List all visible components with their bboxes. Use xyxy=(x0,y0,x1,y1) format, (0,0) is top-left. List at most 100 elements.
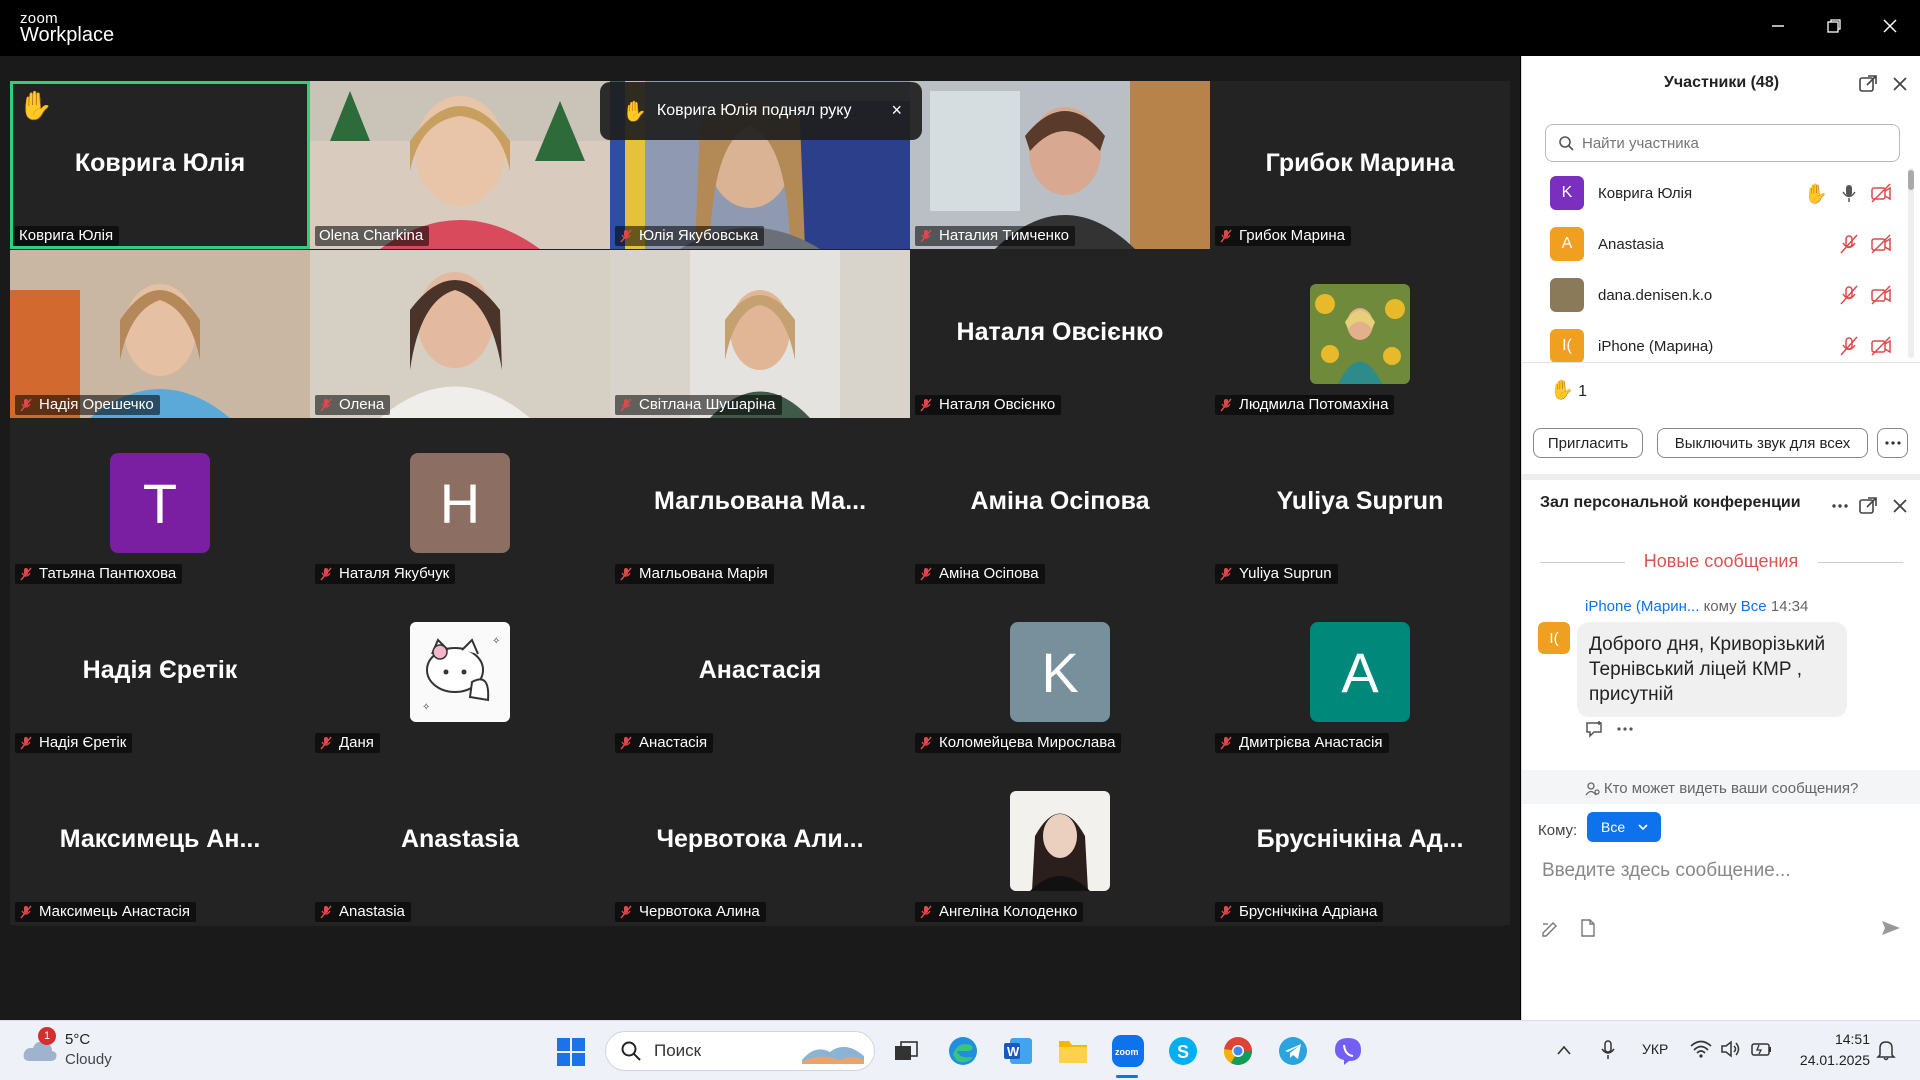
participant-row[interactable]: I( iPhone (Марина) xyxy=(1522,321,1912,371)
video-off-icon[interactable] xyxy=(1870,284,1892,306)
participant-row[interactable]: A Anastasia xyxy=(1522,219,1912,269)
restore-button[interactable] xyxy=(1806,8,1862,44)
video-tile-oreshechko[interactable]: Надія Орешечко xyxy=(10,250,310,418)
video-tile-malhovana[interactable]: Магльована Ма... Магльована Марія xyxy=(610,419,910,587)
close-panel-icon[interactable] xyxy=(1890,496,1910,516)
pop-out-icon[interactable] xyxy=(1858,74,1878,94)
video-tile-olena-charkina[interactable]: Olena Charkina xyxy=(310,81,610,249)
message-sender[interactable]: iPhone (Марин... xyxy=(1585,598,1699,615)
participant-list-scrollbar[interactable] xyxy=(1908,168,1914,358)
input-language[interactable]: УКР xyxy=(1642,1041,1668,1057)
reply-icon[interactable] xyxy=(1584,720,1606,738)
profile-photo xyxy=(1010,791,1110,891)
tile-name-label: Надія Орешечко xyxy=(15,395,160,415)
send-icon[interactable] xyxy=(1880,918,1902,938)
mic-off-icon xyxy=(20,905,32,919)
close-window-button[interactable] xyxy=(1862,8,1918,44)
notification-close-button[interactable]: × xyxy=(891,100,902,121)
video-tile-pantiukhova[interactable]: T Татьяна Пантюхова xyxy=(10,419,310,587)
participant-search-input[interactable] xyxy=(1582,134,1882,152)
file-explorer-icon[interactable] xyxy=(1054,1032,1092,1070)
tile-display-name: Червотока Али... xyxy=(656,825,864,853)
tile-name-text: Yuliya Suprun xyxy=(1239,565,1332,582)
tile-name-text: Червотока Алина xyxy=(639,903,760,920)
mic-off-icon[interactable] xyxy=(1838,233,1860,255)
message-avatar: I( xyxy=(1538,622,1570,654)
viber-icon[interactable] xyxy=(1329,1032,1367,1070)
video-tile-osipova[interactable]: Аміна Осіпова Аміна Осіпова xyxy=(910,419,1210,587)
video-tile-anastasiia[interactable]: Анастасія Анастасія xyxy=(610,588,910,756)
video-tile-tymchenko[interactable]: Наталия Тимченко xyxy=(910,81,1210,249)
video-tile-olena[interactable]: Олена xyxy=(310,250,610,418)
more-icon[interactable] xyxy=(1830,496,1850,516)
mute-all-button[interactable]: Выключить звук для всех xyxy=(1657,428,1868,458)
zoom-icon[interactable]: zoom xyxy=(1109,1032,1147,1070)
participant-list-scroll-thumb[interactable] xyxy=(1908,170,1914,190)
volume-icon[interactable] xyxy=(1720,1039,1742,1059)
video-tile-dania[interactable]: ✧ ✧ Даня xyxy=(310,588,610,756)
video-tile-dmytrieva[interactable]: A Дмитрієва Анастасія xyxy=(1210,588,1510,756)
chat-visibility-info[interactable]: Кто может видеть ваши сообщения? xyxy=(1522,780,1920,797)
restore-icon xyxy=(1827,19,1841,33)
video-tile-maksymets[interactable]: Максимець Ан... Максимець Анастасія xyxy=(10,757,310,925)
file-icon[interactable] xyxy=(1578,918,1598,938)
clock-time[interactable]: 14:51 xyxy=(1790,1031,1870,1047)
video-tile-grybok[interactable]: Грибок Марина Грибок Марина xyxy=(1210,81,1510,249)
video-off-icon[interactable] xyxy=(1870,233,1892,255)
chevron-up-icon[interactable] xyxy=(1556,1043,1572,1057)
task-view-icon[interactable] xyxy=(887,1032,925,1070)
raised-hand-icon: ✋ xyxy=(622,100,647,123)
svg-text:W: W xyxy=(1007,1044,1020,1059)
tile-name-text: Коврига Юлія xyxy=(19,227,114,244)
video-tile-suprun[interactable]: Yuliya Suprun Yuliya Suprun xyxy=(1210,419,1510,587)
participant-row[interactable]: K Коврига Юлія ✋ xyxy=(1522,168,1912,218)
minimize-button[interactable] xyxy=(1750,8,1806,44)
video-tile-ovsiienko[interactable]: Наталя Овсієнко Наталя Овсієнко xyxy=(910,250,1210,418)
tile-name-text: Максимець Анастасія xyxy=(39,903,190,920)
notification-bell-icon[interactable] xyxy=(1876,1039,1896,1061)
mic-on-icon[interactable] xyxy=(1838,182,1860,204)
video-tile-shusharina[interactable]: Світлана Шушаріна xyxy=(610,250,910,418)
video-tile-chervotoka[interactable]: Червотока Али... Червотока Алина xyxy=(610,757,910,925)
clock-date[interactable]: 24.01.2025 xyxy=(1790,1052,1870,1068)
video-tile-brusnichkina[interactable]: Бруснічкіна Ад... Бруснічкіна Адріана xyxy=(1210,757,1510,925)
mic-off-icon[interactable] xyxy=(1838,335,1860,357)
video-tile-kolomeitseva[interactable]: K Коломейцева Мирослава xyxy=(910,588,1210,756)
profile-photo xyxy=(1310,284,1410,384)
close-panel-icon[interactable] xyxy=(1890,74,1910,94)
battery-icon[interactable] xyxy=(1750,1039,1774,1059)
invite-button[interactable]: Пригласить xyxy=(1533,428,1643,458)
telegram-icon[interactable] xyxy=(1274,1032,1312,1070)
message-recipient: Все xyxy=(1740,598,1767,615)
tile-display-name: Грибок Марина xyxy=(1265,149,1455,177)
weather-temperature[interactable]: 5°C xyxy=(65,1031,90,1048)
more-icon[interactable] xyxy=(1616,726,1634,732)
participant-name: iPhone (Марина) xyxy=(1598,337,1714,355)
video-tile-yeretik[interactable]: Надія Єретік Надія Єретік xyxy=(10,588,310,756)
video-tile-kovryha[interactable]: ✋ Коврига Юлія Коврига Юлія xyxy=(10,81,310,249)
format-icon[interactable] xyxy=(1540,918,1560,938)
edge-icon[interactable] xyxy=(944,1032,982,1070)
more-options-button[interactable] xyxy=(1877,428,1908,458)
video-tile-kolodenko[interactable]: Ангеліна Колоденко xyxy=(910,757,1210,925)
video-off-icon[interactable] xyxy=(1870,182,1892,204)
participant-row[interactable]: dana.denisen.k.o xyxy=(1522,270,1912,320)
taskbar-search[interactable]: Поиск xyxy=(605,1031,875,1071)
pop-out-icon[interactable] xyxy=(1858,496,1878,516)
chrome-icon[interactable] xyxy=(1219,1032,1257,1070)
word-icon[interactable]: W xyxy=(999,1032,1037,1070)
windows-start-icon[interactable] xyxy=(556,1037,586,1067)
recipient-select[interactable]: Все xyxy=(1587,812,1661,842)
video-tile-potomakhina[interactable]: Людмила Потомахіна xyxy=(1210,250,1510,418)
wifi-icon[interactable] xyxy=(1690,1039,1712,1059)
video-tile-anastasia[interactable]: Anastasia Anastasia xyxy=(310,757,610,925)
video-tile-yakubchuk[interactable]: H Наталя Якубчук xyxy=(310,419,610,587)
microphone-icon[interactable] xyxy=(1600,1039,1616,1061)
chat-message-input[interactable] xyxy=(1542,854,1902,888)
participant-search[interactable] xyxy=(1545,124,1900,162)
skype-icon[interactable]: S xyxy=(1164,1032,1202,1070)
mic-off-icon[interactable] xyxy=(1838,284,1860,306)
tile-display-name: Наталя Овсієнко xyxy=(956,318,1164,346)
weather-condition[interactable]: Cloudy xyxy=(65,1051,112,1068)
video-off-icon[interactable] xyxy=(1870,335,1892,357)
